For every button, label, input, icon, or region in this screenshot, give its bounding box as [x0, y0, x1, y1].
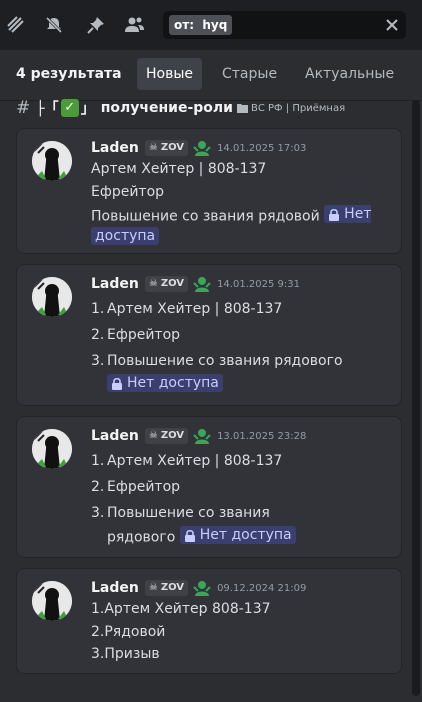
search-filter-value: hyq: [202, 18, 228, 32]
message-line: 1.Артем Хейтер 808-137: [91, 601, 271, 617]
server-tag-label: ZOV: [160, 582, 185, 593]
avatar[interactable]: [32, 277, 72, 317]
message-line: рядового Нет доступа: [107, 526, 296, 546]
search-result-card[interactable]: Laden ☠ ZOV 09.12.2024 21:09 1.Артем Хейт…: [16, 568, 402, 674]
role-icon: [193, 277, 211, 292]
search-filter-label: от:: [174, 18, 194, 32]
author-name[interactable]: Laden: [91, 140, 139, 156]
skull-icon: ☠: [148, 430, 158, 441]
list-number: 2.: [91, 327, 105, 343]
list-number: 3.: [91, 505, 105, 521]
channel-category: ВС РФ | Приёмная: [236, 102, 346, 114]
message-line: 3.Призыв: [91, 646, 160, 662]
message-line: Ефрейтор: [91, 184, 165, 200]
check-emoji-icon: ✓: [60, 99, 79, 117]
server-tag: ☠ ZOV: [144, 428, 189, 444]
server-tag-label: ZOV: [160, 142, 185, 153]
list-number: 1.: [91, 453, 105, 469]
avatar[interactable]: [32, 141, 72, 181]
list-item: 2. Ефрейтор: [91, 327, 180, 343]
timestamp: 13.01.2025 23:28: [217, 430, 307, 442]
tab-oldest[interactable]: Старые: [213, 58, 286, 90]
message-line: 2.Рядовой: [91, 624, 166, 640]
search-result-card[interactable]: Laden ☠ ZOV 13.01.2025 23:28 1. Артем Хейт…: [16, 416, 402, 558]
search-result-card[interactable]: Laden ☠ ZOV 14.01.2025 9:31 1. Артем Хейте…: [16, 264, 402, 406]
channel-category-label: ВС РФ | Приёмная: [250, 102, 346, 114]
search-filter-chip[interactable]: от: hyq: [169, 15, 233, 35]
list-text: Ефрейтор: [107, 479, 181, 495]
skull-icon: ☠: [148, 278, 158, 289]
role-icon: [193, 581, 211, 596]
author-name[interactable]: Laden: [91, 276, 139, 292]
server-tag: ☠ ZOV: [144, 580, 189, 596]
folder-icon: [236, 104, 248, 113]
server-tag: ☠ ZOV: [144, 276, 189, 292]
list-text: Повышение со звания рядового: [107, 353, 343, 369]
list-number: 1.: [91, 301, 105, 317]
message-line: Повышение со звания рядовой Нет: [91, 205, 372, 225]
channel-prefix: ├「: [36, 101, 59, 117]
list-item: 1. Артем Хейтер | 808-137: [91, 301, 282, 317]
lock-icon: [184, 529, 196, 542]
close-icon[interactable]: [384, 17, 400, 33]
lock-icon: [328, 208, 340, 221]
message-text: Повышение со звания рядовой: [91, 208, 320, 225]
list-item: 3. Повышение со звания рядового: [91, 353, 343, 369]
author-name[interactable]: Laden: [91, 428, 139, 444]
result-count: 4 результата: [16, 66, 122, 82]
threads-icon[interactable]: [4, 13, 28, 37]
mute-icon[interactable]: [42, 13, 66, 37]
no-access-mention[interactable]: Нет доступа: [107, 374, 223, 392]
message-line: доступа: [91, 227, 160, 245]
message-text: рядового: [107, 529, 176, 546]
hash-icon: #: [16, 98, 31, 118]
timestamp: 09.12.2024 21:09: [217, 582, 307, 594]
list-item: 3. Повышение со звания: [91, 505, 270, 521]
list-item: 2. Ефрейтор: [91, 479, 180, 495]
list-number: 3.: [91, 353, 105, 369]
author-name[interactable]: Laden: [91, 580, 139, 596]
tab-relevant[interactable]: Актуальные: [296, 58, 403, 90]
no-access-mention-wrap[interactable]: доступа: [91, 227, 160, 245]
scrollbar[interactable]: [412, 100, 420, 696]
channel-header[interactable]: # ├「 ✓ 」 получение-роли ВС РФ | Приёмная: [16, 98, 345, 118]
results-header: 4 результата Новые Старые Актуальные: [0, 50, 422, 101]
message-line: Нет доступа: [107, 374, 223, 394]
channel-suffix: 」: [80, 101, 95, 117]
no-access-mention[interactable]: Нет: [324, 205, 372, 223]
timestamp: 14.01.2025 17:03: [217, 142, 307, 154]
message-line: Артем Хейтер | 808-137: [91, 161, 267, 177]
list-text: Артем Хейтер | 808-137: [107, 301, 283, 317]
no-access-mention[interactable]: Нет доступа: [179, 526, 296, 544]
list-text: Ефрейтор: [107, 327, 181, 343]
search-input[interactable]: от: hyq: [163, 11, 406, 39]
timestamp: 14.01.2025 9:31: [217, 278, 300, 290]
search-result-card[interactable]: Laden ☠ ZOV 14.01.2025 17:03 Артем Хейтер…: [16, 128, 402, 254]
server-tag-label: ZOV: [160, 430, 185, 441]
avatar[interactable]: [32, 581, 72, 621]
server-tag: ☠ ZOV: [144, 140, 189, 156]
skull-icon: ☠: [148, 142, 158, 153]
no-access-label: Нет доступа: [127, 375, 219, 391]
list-item: 1. Артем Хейтер | 808-137: [91, 453, 282, 469]
avatar[interactable]: [32, 429, 72, 469]
server-tag-label: ZOV: [160, 278, 185, 289]
skull-icon: ☠: [148, 582, 158, 593]
role-icon: [193, 429, 211, 444]
lock-icon: [111, 377, 123, 390]
no-access-label: Нет доступа: [199, 527, 292, 543]
role-icon: [193, 141, 211, 156]
list-text: Повышение со звания: [107, 505, 270, 521]
pin-icon[interactable]: [84, 13, 108, 37]
list-text: Артем Хейтер | 808-137: [107, 453, 283, 469]
channel-name: получение-роли: [100, 100, 233, 116]
list-number: 2.: [91, 479, 105, 495]
toolbar: от: hyq: [0, 0, 422, 50]
tab-newest[interactable]: Новые: [137, 58, 203, 90]
members-icon[interactable]: [123, 13, 147, 37]
